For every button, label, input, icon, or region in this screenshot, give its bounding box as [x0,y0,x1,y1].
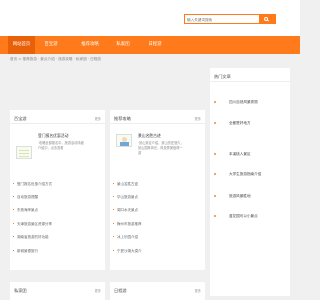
hot-article-title: 本溪桃人景区 [229,152,251,156]
hot-article-item[interactable]: 旅游风景胜地 [214,191,294,203]
divider [10,123,105,124]
hot-article-item[interactable]: 全都是好地方 [214,118,294,130]
image-detail [19,150,29,151]
bullet-icon [13,223,15,225]
bullet-icon [113,223,115,225]
search-box[interactable] [184,14,276,24]
bullet-icon [13,183,15,185]
panel-title: 推荐攻略 [114,116,131,121]
nav-baibao[interactable]: 百宝游 [39,36,63,54]
list-item-label: 冰上乐园介绍 [117,235,138,239]
bullet-icon [113,236,115,238]
panel-title: 百宝游 [14,116,27,121]
list-item-label: 登门报名优惠介绍方式 [17,182,52,186]
breadcrumb: 首页 > 推荐旅游 · 景点介绍 · 旅游攻略 · 私家团 · 日程游 [10,57,101,61]
bullet-icon [113,250,115,252]
bullet-icon [13,209,15,211]
hot-article-title: 四川自然风景秀丽 [229,100,258,104]
bullet-icon [214,215,216,217]
list-item-label: 湖口水天景点 [117,208,138,212]
image-detail [19,156,29,157]
featured-image[interactable] [16,146,32,159]
bullet-icon [113,183,115,185]
list-item-label: 东莞海岸景点 [17,208,38,212]
bullet-icon [214,101,216,103]
search-button[interactable] [259,15,275,23]
bullet-icon [214,195,216,197]
hot-article-title: 全都是好地方 [229,121,251,125]
featured-title[interactable]: 登门报名优惠活动 [38,133,68,139]
list-item-label: 宁夏沙湖大漠介 [117,249,142,253]
nav-private[interactable]: 私家团 [111,36,135,54]
list-item-label: 梅州市旅游推荐 [117,222,142,226]
person-body [120,142,129,146]
nav-home[interactable]: 网站首页 [8,36,35,54]
hot-article-item[interactable]: 四川自然风景秀丽 [214,97,294,109]
hot-article-item[interactable]: 蓝花园可以小景点 [214,211,294,223]
bullet-icon [113,196,115,198]
list-item-label: 景山名胜古迹 [117,182,138,186]
hot-articles-panel: 热门文章 四川自然风景秀丽 全都是好地方 本溪桃人景区 大学生旅游指南介绍 旅游… [210,68,290,296]
featured-description: ·景山景区介绍，景山历史悠久，景山园林风光，风景秀美值得一游 [138,141,184,155]
search-input[interactable] [187,16,259,23]
bullet-icon [13,196,15,198]
image-detail [19,153,29,154]
nav-recommend[interactable]: 推荐攻略 [76,36,104,54]
list-item-label: 华山旅游景点 [117,195,138,199]
divider [110,123,205,124]
list-item-label: 天津旅游景区资源分享 [17,222,52,226]
featured-title[interactable]: 景山名胜古迹 [138,133,161,139]
hot-article-title: 旅游风景胜地 [229,194,251,198]
hot-article-item[interactable]: 本溪桃人景区 [214,149,294,161]
hot-article-title: 大学生旅游指南介绍 [229,172,262,176]
list-item-label: 自动旅游提醒 [17,195,38,199]
panel-title: 日程游 [114,288,127,293]
middle-content-panel: 推荐攻略 更多 景山名胜古迹 ·景山景区介绍，景山历史悠久，景山园林风光，风景秀… [110,110,205,270]
more-link[interactable]: 更多 [95,116,101,121]
divider [210,81,290,82]
featured-image[interactable] [116,134,132,147]
bullet-icon [214,173,216,175]
list-item-label: 湖南省旅游的好功能 [17,235,49,239]
main-nav: 网站首页 百宝游 推荐攻略 私家团 日程游 [0,36,300,54]
bullet-icon [113,209,115,211]
left-content-panel: 百宝游 更多 登门报名优惠活动 ·攻略全部报名中，旅游活动详细介绍中，点击查看 … [10,110,105,270]
search-icon-handle [266,19,270,22]
hot-article-item[interactable]: 大学生旅游指南介绍 [214,169,294,181]
top-header [0,0,300,36]
bullet-icon [214,153,216,155]
bullet-icon [13,236,15,238]
panel-title: 热门文章 [214,74,231,79]
featured-description: ·攻略全部报名中，旅游活动详细介绍中，点击查看 [38,141,84,150]
schedule-tour-panel: 日程游 更多 [110,282,205,300]
private-tour-panel: 私家团 更多 [10,282,105,300]
nav-schedule[interactable]: 日程游 [143,36,167,54]
list-item-label: 新城景德旅行 [17,249,38,253]
more-link[interactable]: 更多 [95,288,101,293]
more-link[interactable]: 更多 [195,116,201,121]
panel-title: 私家团 [14,288,27,293]
hot-article-title: 蓝花园可以小景点 [229,214,258,218]
bullet-icon [13,250,15,252]
more-link[interactable]: 更多 [195,288,201,293]
bullet-icon [214,122,216,124]
